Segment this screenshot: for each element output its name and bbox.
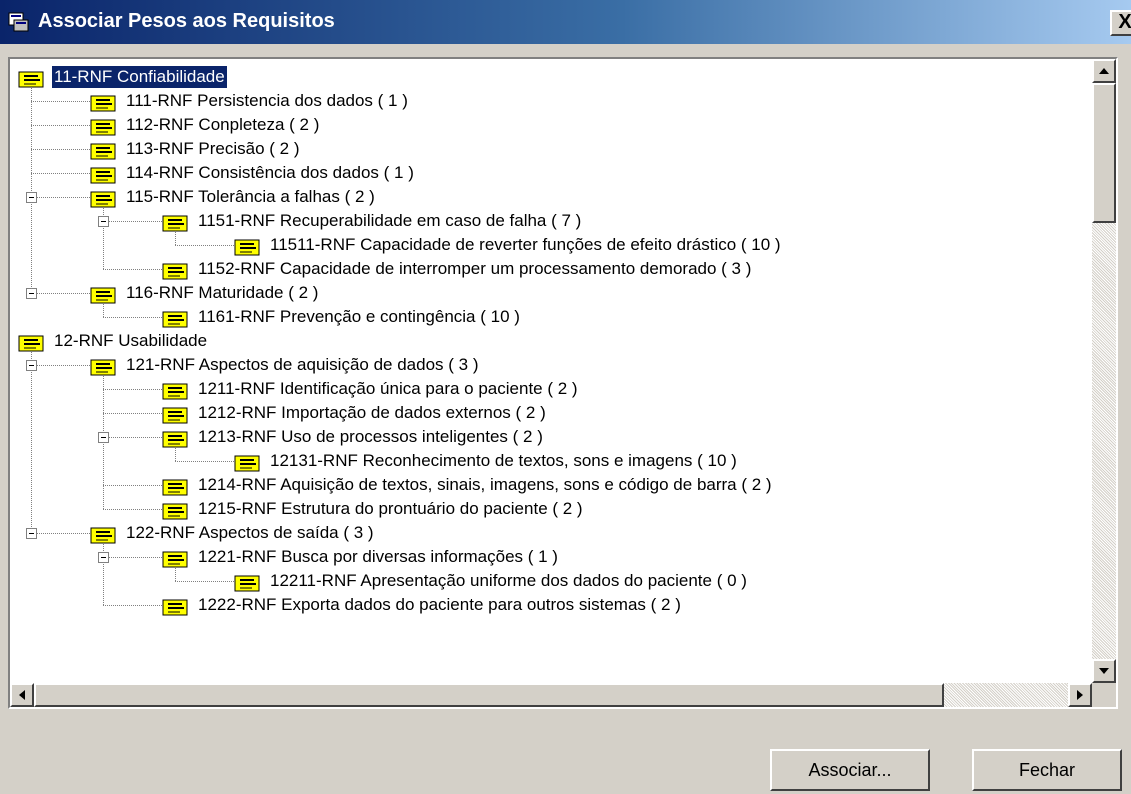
requirement-icon [90,143,116,160]
scroll-up-arrow-icon [1099,68,1109,74]
tree-node-label: 116-RNF Maturidade ( 2 ) [126,283,319,302]
requirement-icon [18,71,44,88]
requirements-tree[interactable]: 11-RNF Confiabilidade 111-RNF Persistenci… [8,57,1118,709]
tree-node[interactable]: 1161-RNF Prevenção e contingência ( 10 ) [162,305,522,329]
tree-node[interactable]: 12-RNF Usabilidade [18,329,209,353]
close-window-button[interactable]: X [1110,10,1131,36]
tree-node[interactable]: 1213-RNF Uso de processos inteligentes (… [162,425,545,449]
scroll-down-arrow-icon [1099,668,1109,674]
requirement-icon [234,239,260,256]
horizontal-scrollbar[interactable] [10,683,1092,707]
scroll-left-button[interactable] [10,683,34,707]
tree-viewport: 11-RNF Confiabilidade 111-RNF Persistenci… [10,59,1092,683]
tree-node-label: 11511-RNF Capacidade de reverter funções… [270,235,781,254]
tree-node-label: 121-RNF Aspectos de aquisição de dados (… [126,355,479,374]
requirement-icon [162,263,188,280]
requirement-icon [90,287,116,304]
tree-node-label: 1215-RNF Estrutura do prontuário do paci… [198,499,583,518]
scroll-down-button[interactable] [1092,659,1116,683]
tree-node[interactable]: 1212-RNF Importação de dados externos ( … [162,401,548,425]
tree-node[interactable]: 112-RNF Conpleteza ( 2 ) [90,113,321,137]
tree-node[interactable]: 11-RNF Confiabilidade [18,65,228,89]
tree-node[interactable]: 111-RNF Persistencia dos dados ( 1 ) [90,89,410,113]
tree-node-label: 1151-RNF Recuperabilidade em caso de fal… [198,211,582,230]
tree-node-label: 12-RNF Usabilidade [54,331,208,350]
tree-node-label: 1213-RNF Uso de processos inteligentes (… [198,427,543,446]
requirement-icon [162,551,188,568]
collapse-toggle-icon[interactable] [26,288,37,299]
tree-node[interactable]: 12211-RNF Apresentação uniforme dos dado… [234,569,749,593]
requirement-icon [18,335,44,352]
tree-node-label: 111-RNF Persistencia dos dados ( 1 ) [126,91,408,110]
associate-button[interactable]: Associar... [770,749,930,791]
tree-node[interactable]: 116-RNF Maturidade ( 2 ) [90,281,320,305]
requirement-icon [90,359,116,376]
tree-node[interactable]: 121-RNF Aspectos de aquisição de dados (… [90,353,480,377]
tree-node-label: 1214-RNF Aquisição de textos, sinais, im… [198,475,772,494]
tree-node[interactable]: 1221-RNF Busca por diversas informações … [162,545,560,569]
tree-node[interactable]: 12131-RNF Reconhecimento de textos, sons… [234,449,739,473]
requirement-icon [162,599,188,616]
collapse-toggle-icon[interactable] [26,192,37,203]
requirement-icon [90,167,116,184]
tree-node-label: 11-RNF Confiabilidade [51,65,228,89]
tree-node-label: 1211-RNF Identificação única para o paci… [198,379,578,398]
close-button[interactable]: Fechar [972,749,1122,791]
scroll-up-button[interactable] [1092,59,1116,83]
tree-node-label: 1161-RNF Prevenção e contingência ( 10 ) [198,307,520,326]
requirement-icon [162,431,188,448]
tree-node-label: 113-RNF Precisão ( 2 ) [126,139,300,158]
collapse-toggle-icon[interactable] [26,528,37,539]
tree-node-label: 114-RNF Consistência dos dados ( 1 ) [126,163,414,182]
tree-node[interactable]: 1215-RNF Estrutura do prontuário do paci… [162,497,585,521]
tree-node-label: 1152-RNF Capacidade de interromper um pr… [198,259,752,278]
tree-node-label: 1221-RNF Busca por diversas informações … [198,547,558,566]
tree-node-label: 12131-RNF Reconhecimento de textos, sons… [270,451,737,470]
tree-node[interactable]: 122-RNF Aspectos de saída ( 3 ) [90,521,376,545]
tree-node[interactable]: 114-RNF Consistência dos dados ( 1 ) [90,161,416,185]
tree-node[interactable]: 1222-RNF Exporta dados do paciente para … [162,593,683,617]
requirement-icon [90,95,116,112]
horizontal-scroll-thumb[interactable] [34,683,944,707]
tree-node-label: 1212-RNF Importação de dados externos ( … [198,403,546,422]
requirement-icon [90,527,116,544]
tree-node[interactable]: 113-RNF Precisão ( 2 ) [90,137,302,161]
collapse-toggle-icon[interactable] [98,432,109,443]
collapse-toggle-icon[interactable] [98,552,109,563]
tree-node-label: 12211-RNF Apresentação uniforme dos dado… [270,571,747,590]
tree-node-label: 1222-RNF Exporta dados do paciente para … [198,595,681,614]
scroll-left-arrow-icon [19,690,25,700]
requirement-icon [162,311,188,328]
scrollbar-corner [1092,683,1116,707]
tree-node[interactable]: 1214-RNF Aquisição de textos, sinais, im… [162,473,774,497]
requirement-icon [90,119,116,136]
tree-node[interactable]: 11511-RNF Capacidade de reverter funções… [234,233,783,257]
tree-node[interactable]: 1151-RNF Recuperabilidade em caso de fal… [162,209,583,233]
scroll-right-button[interactable] [1068,683,1092,707]
requirement-icon [162,215,188,232]
window-title: Associar Pesos aos Requisitos [38,10,335,32]
requirement-icon [162,503,188,520]
tree-node[interactable]: 1211-RNF Identificação única para o paci… [162,377,580,401]
tree-node-label: 122-RNF Aspectos de saída ( 3 ) [126,523,374,542]
vertical-scrollbar[interactable] [1092,59,1116,683]
collapse-toggle-icon[interactable] [26,360,37,371]
requirement-icon [162,383,188,400]
tree-node[interactable]: 115-RNF Tolerância a falhas ( 2 ) [90,185,377,209]
requirement-icon [234,575,260,592]
tree-node-label: 112-RNF Conpleteza ( 2 ) [126,115,320,134]
requirement-icon [162,407,188,424]
vertical-scroll-thumb[interactable] [1092,83,1116,223]
collapse-toggle-icon[interactable] [98,216,109,227]
title-bar: Associar Pesos aos Requisitos X [0,0,1131,44]
scroll-right-arrow-icon [1077,690,1083,700]
tree-node-label: 115-RNF Tolerância a falhas ( 2 ) [126,187,375,206]
requirement-icon [90,191,116,208]
tree-node[interactable]: 1152-RNF Capacidade de interromper um pr… [162,257,753,281]
requirement-icon [234,455,260,472]
requirement-icon [162,479,188,496]
app-icon [8,12,29,32]
